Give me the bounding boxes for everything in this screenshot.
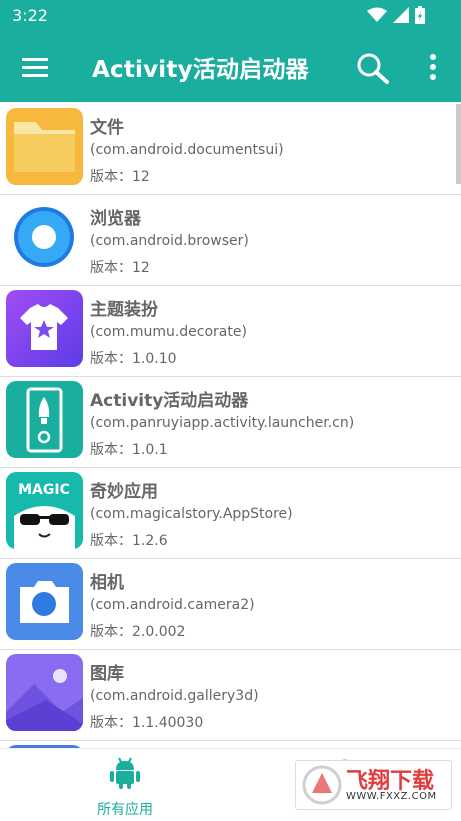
status-icons [367,6,425,24]
app-package: (com.android.camera2) [90,597,255,613]
list-item[interactable]: Activity活动启动器 (com.panruyiapp.activity.l… [0,377,461,468]
list-item[interactable] [0,741,461,748]
status-time: 3:22 [12,6,48,25]
folder-icon [6,108,83,185]
app-name: 浏览器 [90,209,141,229]
status-bar: 3:22 [0,0,461,32]
tshirt-icon [6,290,83,367]
wifi-icon [367,7,387,22]
app-version: 版本：1.1.40030 [90,715,204,731]
app-package: (com.magicalstory.AppStore) [90,506,293,522]
watermark: 飞翔下载 WWW.FXXZ.COM [295,760,452,810]
more-options-icon[interactable] [420,52,446,82]
android-icon [110,757,140,789]
app-package: (com.android.gallery3d) [90,688,259,704]
app-version: 版本：1.0.10 [90,351,177,367]
list-item[interactable]: 相机 (com.android.camera2) 版本：2.0.002 [0,559,461,650]
app-bar: Activity活动启动器 [0,32,461,102]
scrollbar-thumb[interactable] [456,104,461,184]
menu-icon[interactable] [22,55,48,79]
browser-icon [6,199,83,276]
list-item[interactable]: 图库 (com.android.gallery3d) 版本：1.1.40030 [0,650,461,741]
battery-icon [415,6,425,24]
app-version: 版本：1.0.1 [90,442,168,458]
tab-all-apps[interactable]: 所有应用 [80,757,170,818]
app-version: 版本：2.0.002 [90,624,186,640]
app-package: (com.panruyiapp.activity.launcher.cn) [90,415,355,431]
watermark-logo [302,765,342,805]
app-version: 版本：12 [90,169,150,185]
app-name: 主题装扮 [90,300,158,320]
signal-icon [393,7,409,23]
app-version: 版本：1.2.6 [90,533,168,549]
list-item[interactable]: 浏览器 (com.android.browser) 版本：12 [0,195,461,286]
camera-icon [6,563,83,640]
svg-text:MAGIC: MAGIC [18,482,70,498]
app-package: (com.android.documentsui) [90,142,284,158]
app-name: 相机 [90,573,124,593]
gallery-icon [6,654,83,731]
search-icon[interactable] [356,52,390,84]
app-name: 奇妙应用 [90,482,158,502]
watermark-url: WWW.FXXZ.COM [346,791,437,802]
tab-all-apps-label: 所有应用 [97,802,153,818]
app-name: 文件 [90,118,124,138]
list-item[interactable]: 文件 (com.android.documentsui) 版本：12 [0,104,461,195]
app-package: (com.android.browser) [90,233,249,249]
page-title: Activity活动启动器 [92,57,309,83]
list-item[interactable]: 主题装扮 (com.mumu.decorate) 版本：1.0.10 [0,286,461,377]
rocket-icon [6,381,83,458]
app-version: 版本：12 [90,260,150,276]
app-list: 文件 (com.android.documentsui) 版本：12 浏览器 (… [0,104,461,748]
app-name: 图库 [90,664,124,684]
app-package: (com.mumu.decorate) [90,324,247,340]
list-item[interactable]: MAGIC 奇妙应用 (com.magicalstory.AppStore) 版… [0,468,461,559]
app-name: Activity活动启动器 [90,391,249,411]
magic-icon: MAGIC [6,472,83,549]
